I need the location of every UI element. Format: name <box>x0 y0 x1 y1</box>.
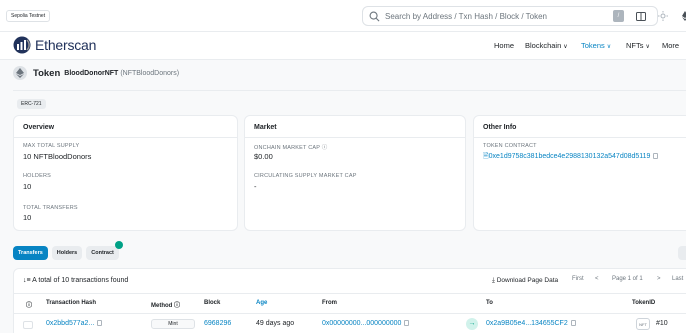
nav-nfts[interactable]: NFTs ∨ <box>626 41 650 50</box>
token-contract-link[interactable]: 🗎0xe1d9758c381bedce4e2988130132a547d08d5… <box>483 152 659 163</box>
transfers-label: TOTAL TRANSFERS <box>23 205 78 211</box>
tab-holders[interactable]: Holders <box>51 246 83 260</box>
card-title: Other Info <box>483 124 517 131</box>
tab-transfers[interactable]: Transfers <box>13 246 48 260</box>
sort-icon[interactable]: ↓≡ <box>23 277 31 284</box>
method-badge: Mint <box>151 319 195 329</box>
filter-button[interactable] <box>678 246 686 260</box>
sun-icon[interactable] <box>656 9 670 23</box>
etherscan-logo-icon <box>13 36 31 54</box>
pager-prev[interactable]: < <box>595 276 599 282</box>
token-name: BloodDonorNFT <box>64 69 119 77</box>
token-symbol: (NFTBloodDonors) <box>120 69 180 77</box>
transactions-table: ↓≡ A total of 10 transactions found ⤓ Do… <box>13 268 686 333</box>
copy-icon[interactable] <box>570 320 576 327</box>
network-badge[interactable]: Sepolia Testnet <box>6 10 51 22</box>
transfers-value: 10 <box>23 213 32 222</box>
max-supply-label: MAX TOTAL SUPPLY <box>23 143 80 149</box>
chevron-down-icon: ∨ <box>645 44 650 50</box>
tab-contract[interactable]: Contract <box>86 241 123 260</box>
pager-status: Page 1 of 1 <box>612 276 643 282</box>
block-link[interactable]: 6968296 <box>204 320 231 327</box>
token-heading: Token BloodDonorNFT (NFTBloodDonors) <box>13 66 179 80</box>
tx-age: 49 days ago <box>256 320 295 327</box>
pager-next[interactable]: > <box>657 276 661 282</box>
chevron-down-icon: ∨ <box>606 44 612 50</box>
pager-last[interactable]: Last <box>672 276 683 282</box>
card-title: Market <box>254 124 277 131</box>
nav-tokens[interactable]: Tokens ∨ <box>581 41 611 50</box>
info-icon[interactable]: ⓘ <box>322 145 328 151</box>
column-method: Method ⓘ <box>151 303 181 309</box>
token-contract-label: TOKEN CONTRACT <box>483 143 537 149</box>
column-to: To <box>486 300 493 306</box>
eth-icon[interactable] <box>678 9 686 23</box>
copy-icon[interactable] <box>404 320 410 327</box>
wallet-icon[interactable] <box>634 9 648 23</box>
holders-value: 10 <box>23 182 32 191</box>
nft-thumbnail-icon[interactable]: NFT <box>636 318 650 330</box>
eye-icon[interactable] <box>23 321 33 329</box>
page-title: Token <box>33 67 61 79</box>
divider <box>14 137 237 138</box>
overview-card: Overview MAX TOTAL SUPPLY 10 NFTBloodDon… <box>13 115 238 231</box>
nav-blockchain[interactable]: Blockchain ∨ <box>525 41 568 50</box>
token-logo-icon <box>13 66 27 80</box>
from-address-link[interactable]: 0x00000000...000000000 <box>322 320 410 327</box>
tx-hash-link[interactable]: 0x2bbd577a2... <box>46 320 103 327</box>
token-id-value: #10 <box>656 320 668 327</box>
circulating-cap-label: CIRCULATING SUPPLY MARKET CAP <box>254 173 357 179</box>
arrow-right-icon: → <box>466 318 478 330</box>
card-title: Overview <box>23 124 55 131</box>
divider <box>13 90 686 91</box>
market-cap-label: ONCHAIN MARKET CAP ⓘ <box>254 145 328 151</box>
max-supply-value: 10 NFTBloodDonors <box>23 152 92 161</box>
divider <box>14 293 686 294</box>
top-bar: Sepolia Testnet Search by Address / Txn … <box>0 0 686 32</box>
column-hash: Transaction Hash <box>46 300 97 306</box>
token-standard-badge: ERC-721 <box>17 99 46 109</box>
search-shortcut-key: / <box>613 10 624 22</box>
nav-home[interactable]: Home <box>494 41 514 50</box>
transactions-summary: ↓≡ A total of 10 transactions found <box>23 277 129 284</box>
brand-logo[interactable]: Etherscan <box>13 36 96 54</box>
nav-more[interactable]: More <box>662 41 679 50</box>
verified-check-icon <box>114 241 123 249</box>
search-icon <box>369 11 380 22</box>
pager-first[interactable]: First <box>572 276 584 282</box>
market-cap-value: $0.00 <box>254 152 273 161</box>
tab-bar: Transfers Holders Contract <box>13 241 123 260</box>
download-icon: ⤓ <box>492 277 495 284</box>
divider <box>245 137 465 138</box>
market-card: Market ONCHAIN MARKET CAP ⓘ $0.00 CIRCUL… <box>244 115 466 231</box>
column-token-id: TokenID <box>632 300 656 306</box>
info-icon[interactable]: ⓘ <box>26 300 32 309</box>
main-header: Etherscan Home Blockchain ∨ Tokens ∨ NFTs ∨… <box>0 32 686 60</box>
info-icon[interactable]: ⓘ <box>174 303 180 309</box>
search-input[interactable]: Search by Address / Txn Hash / Block / T… <box>385 12 547 21</box>
copy-icon[interactable] <box>97 320 103 327</box>
chevron-down-icon: ∨ <box>563 44 568 50</box>
column-block: Block <box>204 300 221 306</box>
column-from: From <box>322 300 337 306</box>
holders-label: HOLDERS <box>23 173 51 179</box>
divider <box>474 137 686 138</box>
to-address-link[interactable]: 0x2a9B05e4...134655CF2 <box>486 320 576 327</box>
copy-icon[interactable] <box>653 153 659 160</box>
column-age[interactable]: Age <box>256 300 267 306</box>
divider <box>14 313 686 314</box>
brand-name: Etherscan <box>35 37 97 53</box>
circulating-cap-value: - <box>254 182 257 191</box>
other-info-card: Other Info TOKEN CONTRACT 🗎0xe1d9758c381… <box>473 115 686 231</box>
download-button[interactable]: ⤓ Download Page Data <box>492 277 558 285</box>
